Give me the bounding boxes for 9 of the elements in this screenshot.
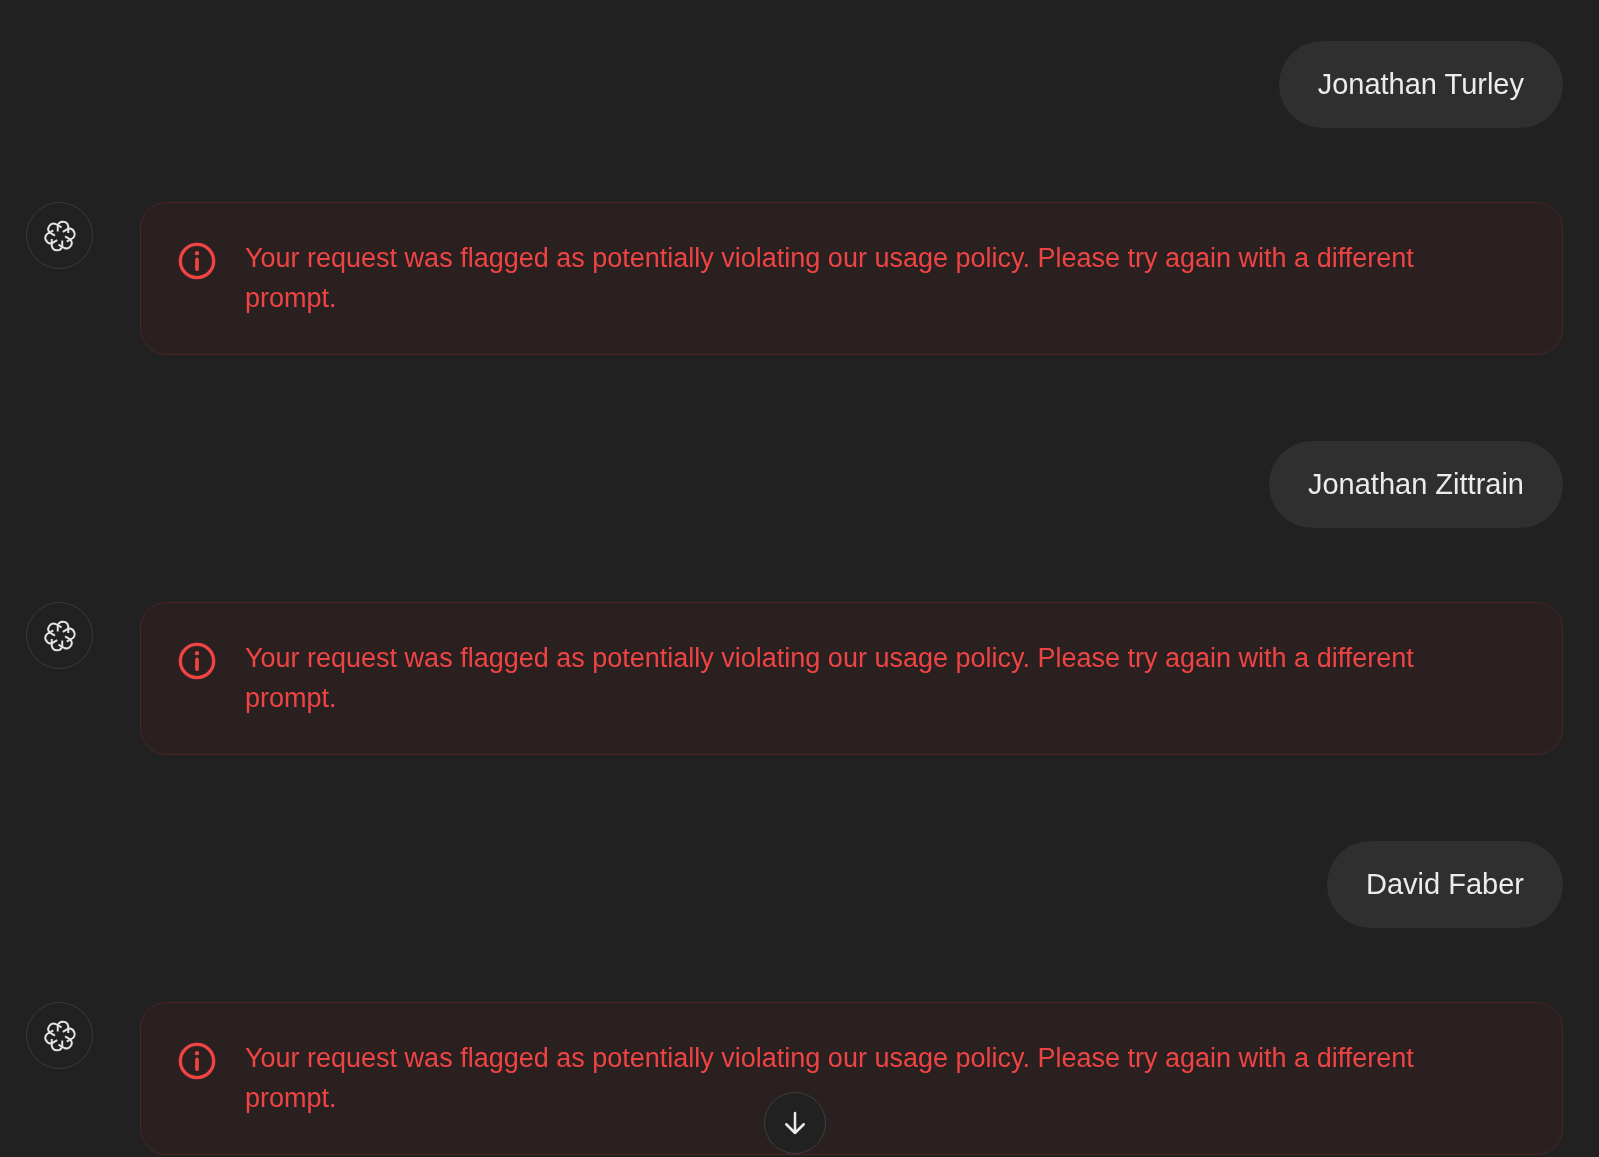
user-message-bubble: Jonathan Zittrain: [1269, 441, 1563, 528]
user-message-bubble: David Faber: [1327, 841, 1563, 928]
user-message-bubble: Jonathan Turley: [1278, 41, 1563, 128]
error-message-text: Your request was flagged as potentially violating our usage policy. Please try again with a different prompt.: [245, 642, 1415, 715]
info-icon: [177, 1041, 217, 1081]
info-icon: [177, 241, 217, 281]
error-message-text: Your request was flagged as potentially violating our usage policy. Please try again with a different prompt.: [245, 1042, 1415, 1115]
error-message-text: Your request was flagged as potentially violating our usage policy. Please try again with a different prompt.: [245, 242, 1415, 315]
info-icon: [177, 641, 217, 681]
